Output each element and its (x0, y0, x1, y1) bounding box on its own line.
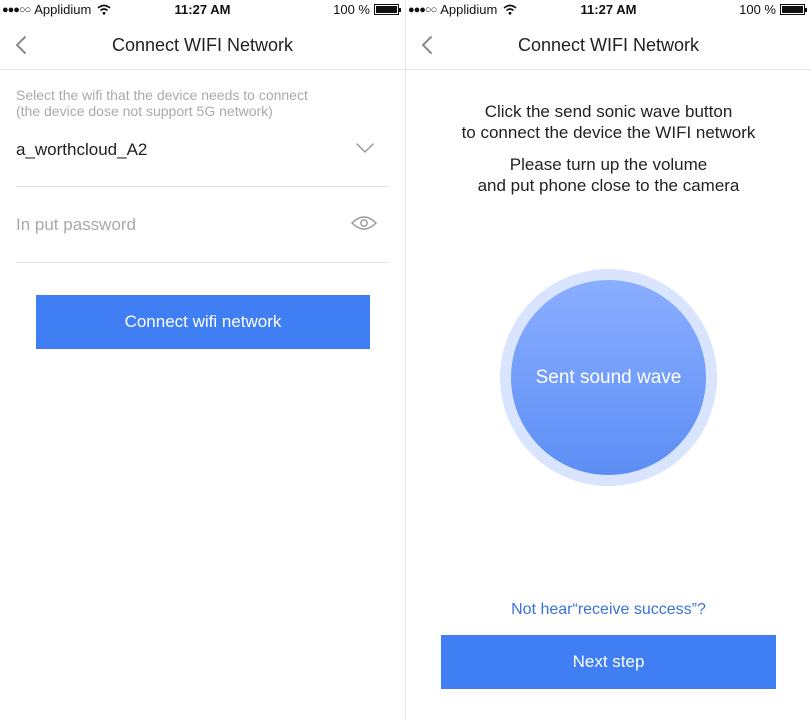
status-bar: ●●●○○ Applidium 11:27 AM 100 % (406, 0, 811, 20)
status-right: 100 % (739, 2, 807, 17)
instruction-line: and put phone close to the camera (477, 176, 740, 195)
wifi-ssid-value: a_worthcloud_A2 (16, 140, 148, 159)
connect-wifi-screen: ●●●○○ Applidium 11:27 AM 100 % Connect W… (0, 0, 405, 721)
not-hear-link[interactable]: Not hear“receive success”? (406, 601, 811, 619)
instruction-line: to connect the device the WIFI network (461, 123, 756, 142)
sound-wave-screen: ●●●○○ Applidium 11:27 AM 100 % Connect W… (406, 0, 811, 721)
hint-line-2: (the device dose not support 5G network) (16, 103, 273, 119)
page-title: Connect WIFI Network (517, 35, 700, 55)
battery-percent: 100 % (333, 2, 370, 17)
connect-wifi-button[interactable]: Connect wifi network (36, 295, 370, 349)
password-field-row (16, 205, 389, 263)
nav-bar: Connect WIFI Network (0, 22, 405, 70)
battery-percent: 100 % (739, 2, 776, 17)
send-sound-wave-button[interactable]: Sent sound wave (511, 280, 706, 475)
instruction-connect: Click the send sonic wave button to conn… (406, 101, 811, 143)
eye-icon[interactable] (351, 215, 377, 231)
status-bar: ●●●○○ Applidium 11:27 AM 100 % (0, 0, 405, 20)
instruction-line: Click the send sonic wave button (484, 102, 733, 121)
next-step-button[interactable]: Next step (441, 635, 776, 689)
wifi-hint: Select the wifi that the device needs to… (16, 87, 396, 119)
instruction-volume: Please turn up the volume and put phone … (406, 154, 811, 196)
password-input[interactable] (16, 211, 336, 239)
battery-icon (374, 4, 401, 15)
send-sound-wave-label: Sent sound wave (535, 366, 682, 388)
instruction-line: Please turn up the volume (509, 155, 708, 174)
chevron-down-icon[interactable] (355, 142, 375, 154)
wifi-ssid-select[interactable]: a_worthcloud_A2 (16, 130, 389, 187)
sound-wave-ring: Sent sound wave (500, 269, 717, 486)
status-right: 100 % (333, 2, 401, 17)
hint-line-1: Select the wifi that the device needs to… (16, 87, 308, 103)
nav-bar: Connect WIFI Network (406, 22, 811, 70)
page-title: Connect WIFI Network (111, 35, 294, 55)
battery-icon (780, 4, 807, 15)
